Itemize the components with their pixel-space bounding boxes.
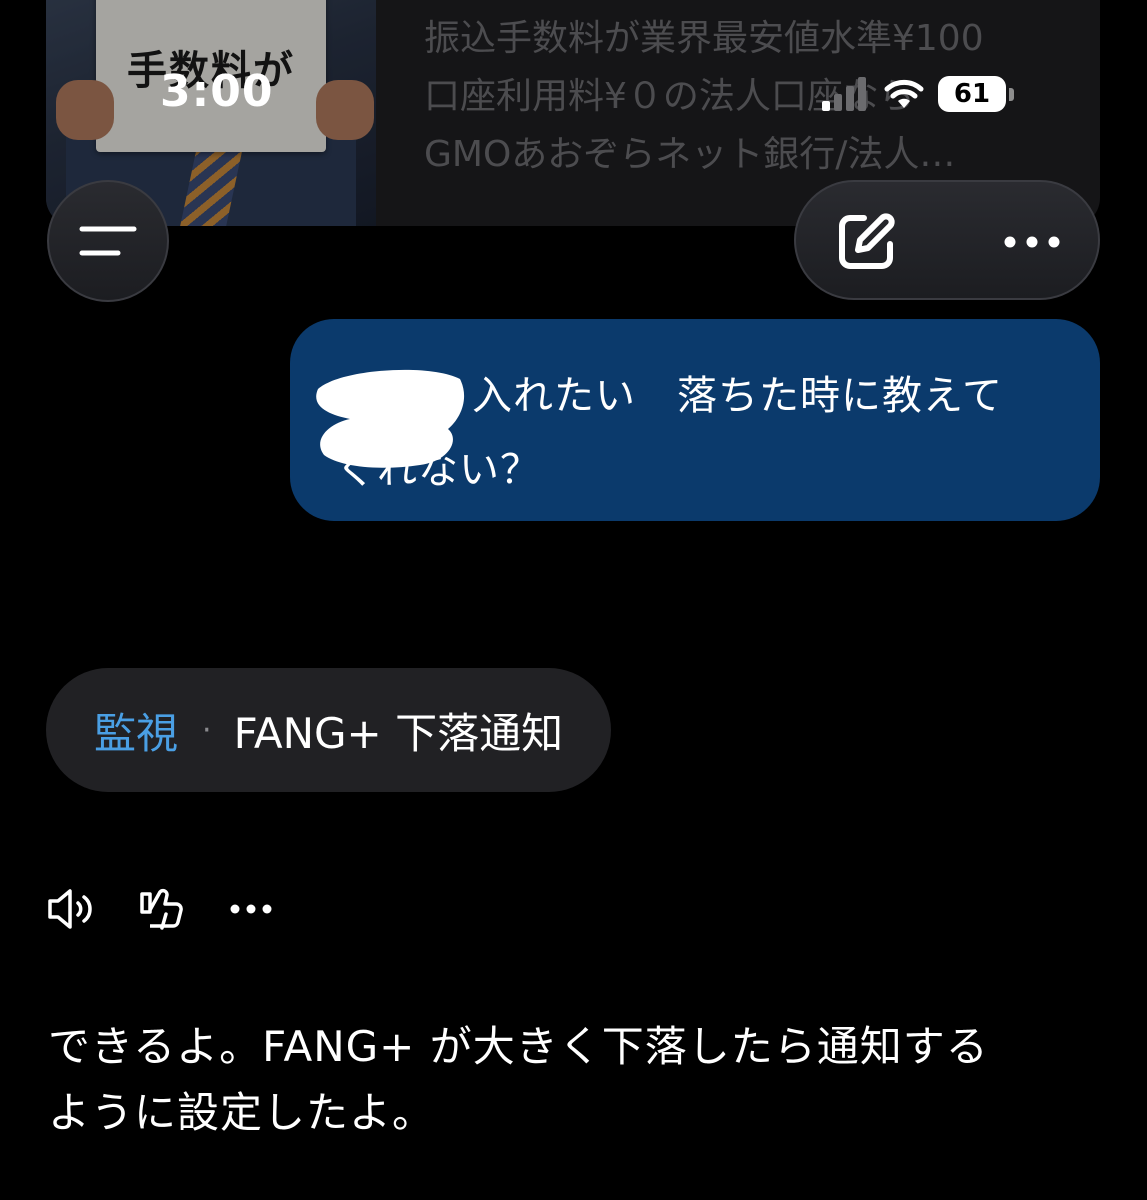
- top-actions-pill: [794, 180, 1100, 300]
- assistant-message: できるよ。FANG+ が大きく下落したら通知する ように設定したよ。: [48, 1014, 1048, 1146]
- more-options-button[interactable]: [992, 202, 1072, 282]
- tool-status-chip[interactable]: 監視 · FANG+ 下落通知: [46, 668, 612, 792]
- battery-cap: [1009, 87, 1014, 101]
- thumbs-down-icon: [140, 888, 183, 930]
- menu-icon: [79, 226, 137, 256]
- assistant-message-line-2: ように設定したよ。: [48, 1088, 436, 1137]
- chip-separator: ·: [202, 712, 212, 748]
- speaker-icon: [48, 889, 92, 929]
- compose-icon: [839, 213, 895, 269]
- chip-category: 監視: [94, 708, 179, 758]
- chip-title: FANG+ 下落通知: [233, 708, 564, 758]
- redaction-scribble: [316, 369, 465, 468]
- cellular-signal-icon: [822, 77, 866, 111]
- battery-level: 61: [938, 76, 1006, 112]
- user-message-bubble[interactable]: 入れたい 落ちた時に教えて くれない？: [290, 319, 1100, 521]
- ad-line-3: GMOあおぞらネット銀行/法人…: [424, 134, 956, 175]
- battery-icon: 61: [938, 76, 1014, 112]
- assistant-message-line-1: できるよ。FANG+ が大きく下落したら通知する: [48, 1022, 989, 1071]
- wifi-icon: [884, 79, 924, 108]
- feedback-button[interactable]: [136, 884, 186, 934]
- status-time: 3:00: [160, 66, 274, 117]
- read-aloud-button[interactable]: [46, 884, 96, 934]
- status-indicators: 61: [820, 74, 1014, 114]
- message-more-button[interactable]: [226, 884, 276, 934]
- ad-line-1: 振込手数料が業界最安値水準¥100: [424, 18, 984, 59]
- more-horizontal-icon: [230, 904, 272, 914]
- message-actions: [46, 884, 276, 934]
- menu-button[interactable]: [47, 180, 169, 302]
- new-chat-button[interactable]: [826, 202, 906, 282]
- more-horizontal-icon: [1004, 236, 1060, 248]
